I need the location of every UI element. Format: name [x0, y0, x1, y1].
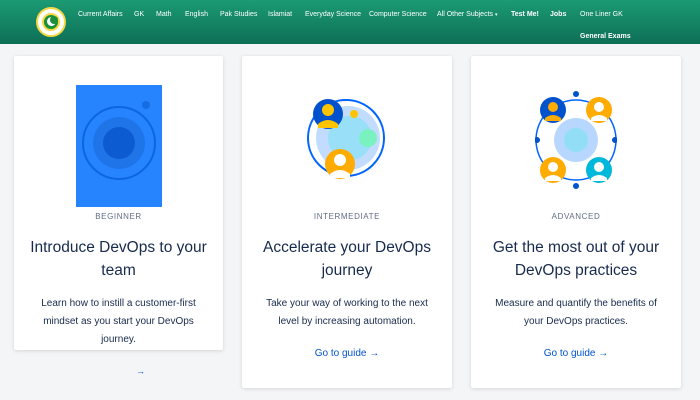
nav-computer-science[interactable]: Computer Science: [369, 10, 427, 19]
blue-orbit-illustration-icon: [76, 85, 162, 207]
card-desc-line2: mindset as you start your DevOps: [43, 316, 194, 327]
network-team-illustration-icon: [535, 91, 617, 189]
nav-math[interactable]: Math: [156, 10, 172, 19]
nav-pak-studies[interactable]: Pak Studies: [220, 10, 257, 19]
nav-gk[interactable]: GK: [134, 10, 144, 19]
nav-everyday-science[interactable]: Everyday Science: [305, 10, 361, 19]
nav-islamiat[interactable]: Islamiat: [268, 10, 292, 19]
site-logo[interactable]: [36, 7, 66, 37]
go-to-guide-arrow-link[interactable]: →: [136, 366, 145, 376]
nav-english[interactable]: English: [185, 10, 208, 19]
card-desc-line1: Learn how to instill a customer-first: [41, 298, 196, 309]
nav-one-liner-gk[interactable]: One Liner GK: [580, 10, 623, 19]
nav-general-exams[interactable]: General Exams: [580, 32, 631, 41]
card-title-line1: Introduce DevOps to your: [30, 239, 207, 256]
level-label: ADVANCED: [551, 212, 601, 221]
nav-test-me[interactable]: Test Me!: [511, 10, 539, 19]
card-title-line1: Get the most out of your: [492, 239, 660, 256]
go-to-guide-link[interactable]: Go to guide →: [471, 348, 681, 359]
guide-card-intermediate: INTERMEDIATE Accelerate your DevOps jour…: [242, 56, 452, 388]
level-label: INTERMEDIATE: [313, 212, 381, 221]
card-title-line2: journey: [321, 262, 373, 279]
chevron-down-icon: ▾: [495, 12, 498, 18]
go-to-guide-link[interactable]: Go to guide →: [242, 348, 452, 359]
guide-card-advanced: ADVANCED Get the most out of your DevOps…: [471, 56, 681, 388]
card-title-line2: team: [101, 262, 136, 279]
top-navbar: Current Affairs GK Math English Pak Stud…: [0, 0, 700, 44]
card-desc-line2: level by increasing automation.: [278, 316, 416, 327]
nav-all-other-subjects-label: All Other Subjects: [437, 11, 494, 18]
nav-current-affairs[interactable]: Current Affairs: [78, 10, 123, 19]
team-circle-illustration-icon: [307, 99, 385, 179]
guide-card-beginner: BEGINNER Introduce DevOps to your team L…: [14, 56, 223, 350]
card-title-line1: Accelerate your DevOps: [263, 239, 431, 256]
card-desc-line3: journey.: [101, 334, 136, 345]
card-desc-line2: your DevOps practices.: [524, 316, 628, 327]
nav-jobs[interactable]: Jobs: [550, 10, 566, 19]
card-desc-line1: Measure and quantify the benefits of: [495, 298, 657, 309]
nav-all-other-subjects[interactable]: All Other Subjects ▾: [437, 10, 498, 20]
crescent-cut: [50, 16, 58, 24]
level-label: BEGINNER: [95, 212, 142, 221]
card-desc-line1: Take your way of working to the next: [266, 298, 428, 309]
card-title-line2: DevOps practices: [514, 262, 638, 279]
